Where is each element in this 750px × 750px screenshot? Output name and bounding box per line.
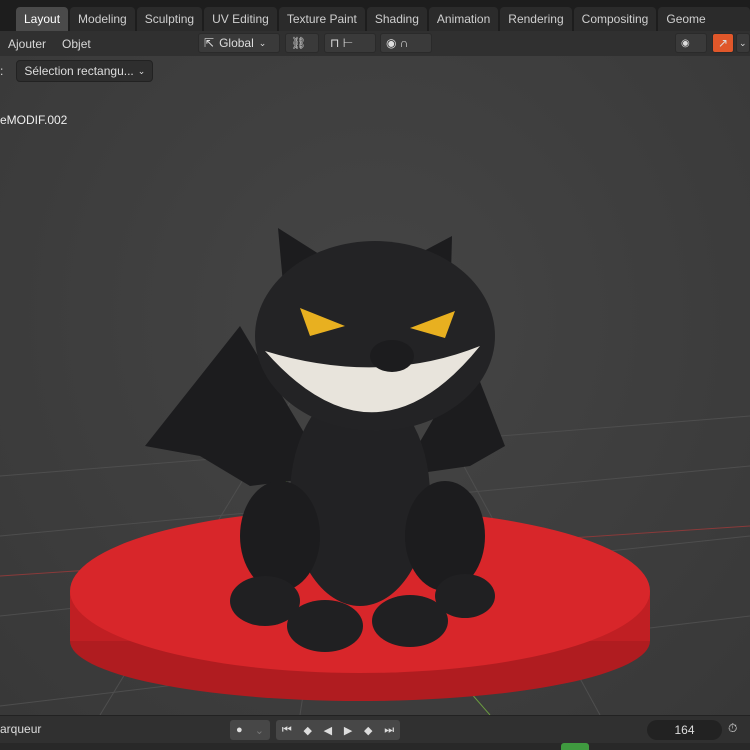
chevron-down-icon: ⌄ xyxy=(739,37,747,48)
transform-axes-icon: ⇱ xyxy=(204,36,215,50)
selection-mode-dropdown[interactable]: Sélection rectangu... ⌄ xyxy=(16,60,154,82)
keyframe-record[interactable]: ● ⌄ xyxy=(230,720,270,740)
workspace-tabs: Layout Modeling Sculpting UV Editing Tex… xyxy=(0,0,750,31)
tab-shading[interactable]: Shading xyxy=(366,7,427,31)
gizmo-dropdown[interactable]: ⌄ xyxy=(736,33,750,53)
timeline-bar: arqueur ● ⌄ ⏮ ◆ ◀ ▶ ◆ ⏭ 164 ⏱ xyxy=(0,715,750,743)
tool-settings: : Sélection rectangu... ⌄ xyxy=(0,60,154,82)
tab-sculpting[interactable]: Sculpting xyxy=(136,7,203,31)
timeline-ruler[interactable] xyxy=(0,743,750,750)
menu-objet[interactable]: Objet xyxy=(54,37,99,51)
snap-dropdown[interactable]: ⊓ ⊢ xyxy=(324,33,376,53)
chevron-down-icon: ⌄ xyxy=(254,724,264,737)
proportional-edit[interactable]: ◉ ∩ xyxy=(380,33,432,53)
eye-icon: ◉ xyxy=(681,37,690,49)
next-keyframe-icon[interactable]: ◆ xyxy=(364,724,372,737)
scene xyxy=(0,228,750,716)
visibility-dropdown[interactable]: ◉ xyxy=(675,33,707,53)
tab-rendering[interactable]: Rendering xyxy=(500,7,572,31)
play-icon[interactable]: ▶ xyxy=(344,724,352,737)
chevron-down-icon: ⌄ xyxy=(258,37,267,48)
menu-ajouter[interactable]: Ajouter xyxy=(0,37,54,51)
record-icon: ● xyxy=(236,724,243,736)
jump-start-icon[interactable]: ⏮ xyxy=(282,724,292,737)
stopwatch-icon[interactable]: ⏱ xyxy=(728,721,746,736)
current-frame-indicator[interactable] xyxy=(561,743,589,750)
play-reverse-icon[interactable]: ◀ xyxy=(324,724,332,737)
tab-modeling[interactable]: Modeling xyxy=(70,7,135,31)
tab-geometry[interactable]: Geome xyxy=(658,7,750,31)
3d-viewport[interactable] xyxy=(0,56,750,716)
jump-end-icon[interactable]: ⏭ xyxy=(384,724,394,737)
tab-layout[interactable]: Layout xyxy=(16,7,69,31)
pivot-dropdown[interactable]: ⛓ xyxy=(285,33,319,53)
gizmo-icon: ↗ xyxy=(718,36,729,50)
orientation-dropdown[interactable]: ⇱ Global ⌄ xyxy=(198,33,280,53)
tab-compositing[interactable]: Compositing xyxy=(573,7,657,31)
object-name-overlay: eMODIF.002 xyxy=(0,113,68,127)
proportional-icon: ◉ ∩ xyxy=(386,36,409,50)
tab-uv-editing[interactable]: UV Editing xyxy=(204,7,277,31)
prev-keyframe-icon[interactable]: ◆ xyxy=(303,724,311,737)
pivot-icon: ⛓ xyxy=(291,36,307,50)
selection-mode-label: Sélection rectangu... xyxy=(24,64,134,78)
playback-controls: ⏮ ◆ ◀ ▶ ◆ ⏭ xyxy=(276,720,400,740)
marker-menu[interactable]: arqueur xyxy=(0,722,41,736)
snap-icon: ⊓ ⊢ xyxy=(330,36,354,50)
chevron-down-icon: ⌄ xyxy=(137,65,146,76)
gizmo-toggle[interactable]: ↗ xyxy=(712,33,734,53)
orientation-label: Global xyxy=(219,36,254,50)
current-frame-field[interactable]: 164 xyxy=(647,720,722,740)
tab-animation[interactable]: Animation xyxy=(428,7,499,31)
tool-prefix: : xyxy=(0,64,4,78)
tab-texture-paint[interactable]: Texture Paint xyxy=(278,7,365,31)
